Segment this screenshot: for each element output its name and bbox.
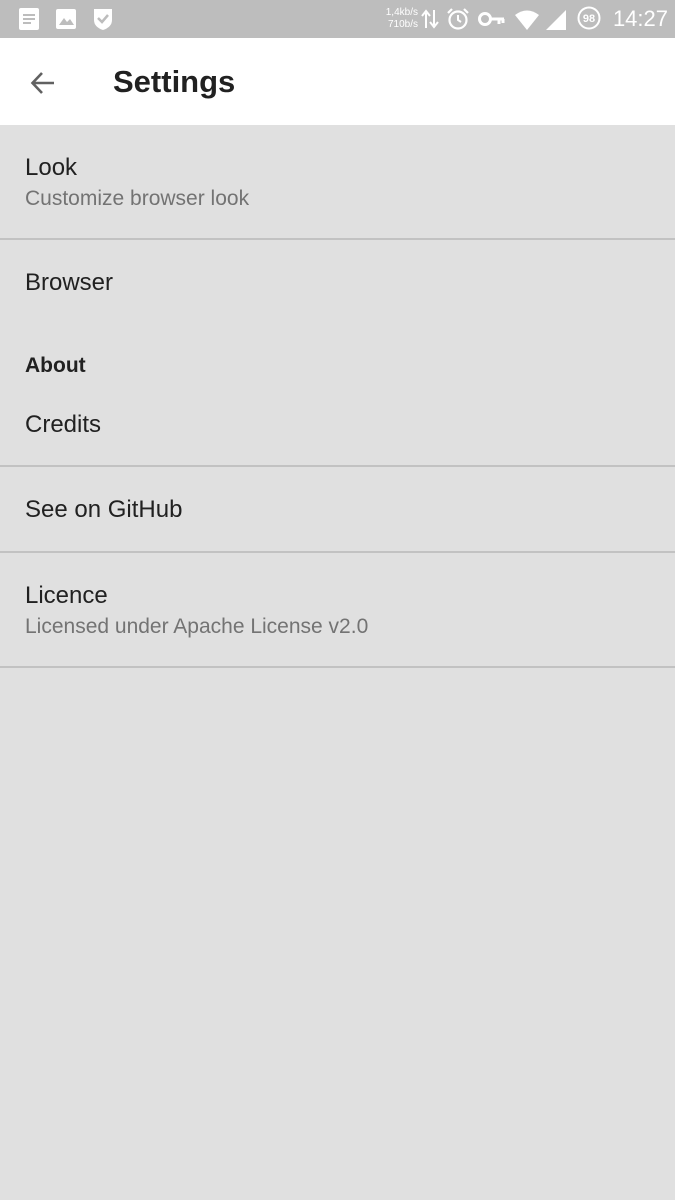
settings-screen: 1,4kb/s 710b/s 98 14:27 Settings Look Cu… xyxy=(0,0,675,1200)
alarm-icon xyxy=(446,7,470,31)
licence-preference[interactable]: Licence Licensed under Apache License v2… xyxy=(0,553,675,666)
shield-check-icon xyxy=(92,7,114,31)
data-transfer-icon xyxy=(421,8,439,30)
browser-title: Browser xyxy=(25,269,114,296)
page-title: Settings xyxy=(113,64,236,99)
github-preference[interactable]: See on GitHub xyxy=(0,467,675,551)
arrow-back-icon xyxy=(30,72,54,94)
look-title: Look xyxy=(25,154,78,181)
github-title: See on GitHub xyxy=(25,496,183,523)
battery-icon: 98 xyxy=(577,6,601,30)
licence-title: Licence xyxy=(25,582,108,609)
back-button[interactable] xyxy=(20,60,66,106)
upload-speed: 1,4kb/s xyxy=(385,7,418,18)
wifi-icon xyxy=(514,9,540,31)
note-icon xyxy=(18,7,40,31)
download-speed: 710b/s xyxy=(387,19,418,30)
cell-signal-icon xyxy=(545,9,567,31)
look-summary: Customize browser look xyxy=(25,187,250,210)
credits-title: Credits xyxy=(25,411,102,438)
vpn-key-icon xyxy=(478,10,506,28)
battery-level: 98 xyxy=(583,13,595,25)
browser-preference[interactable]: Browser xyxy=(0,240,675,325)
status-bar: 1,4kb/s 710b/s 98 14:27 xyxy=(0,0,675,38)
clock: 14:27 xyxy=(612,6,668,31)
app-bar: Settings xyxy=(0,38,675,125)
look-preference[interactable]: Look Customize browser look xyxy=(0,125,675,238)
image-icon xyxy=(55,8,77,30)
credits-preference[interactable]: Credits xyxy=(0,390,675,465)
about-category-header: About xyxy=(25,354,86,377)
licence-summary: Licensed under Apache License v2.0 xyxy=(25,615,369,638)
network-speed: 1,4kb/s 710b/s xyxy=(370,7,418,31)
divider xyxy=(0,666,675,668)
